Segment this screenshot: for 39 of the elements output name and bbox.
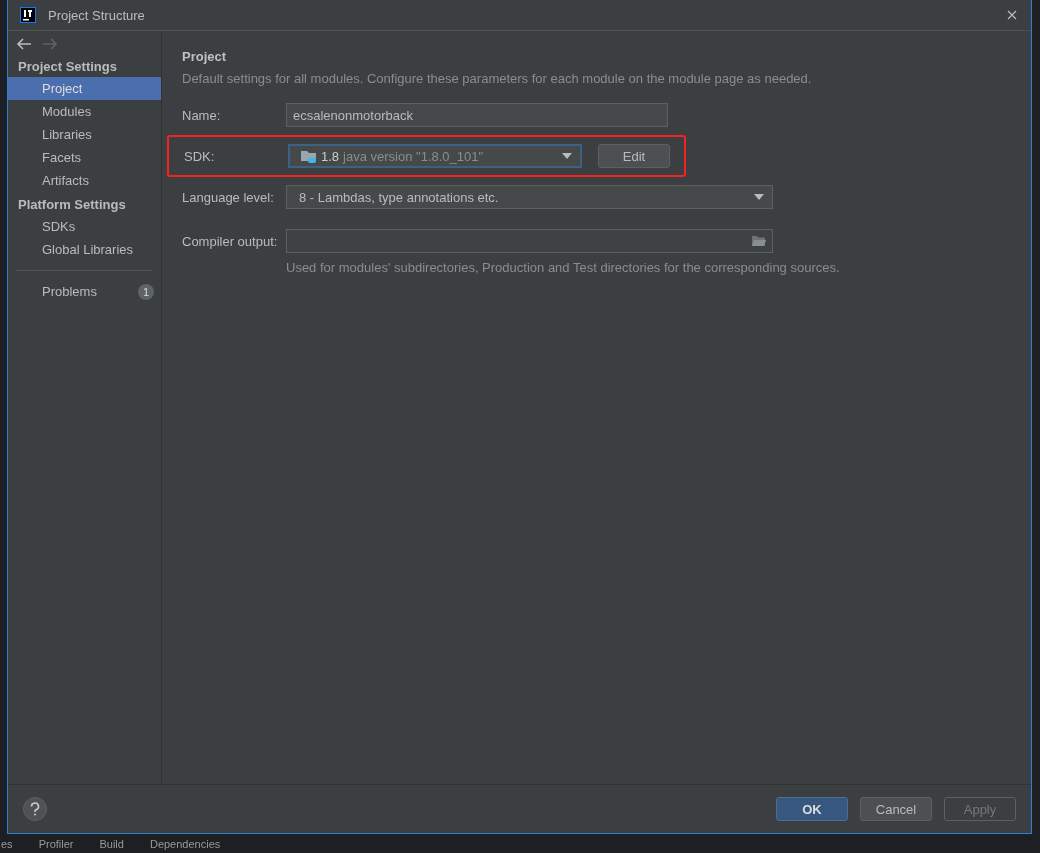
section-heading: Project Settings <box>17 58 118 76</box>
section-heading: Platform Settings <box>17 196 127 214</box>
sidebar-item[interactable]: Problems 1 <box>8 280 161 303</box>
dialog-button[interactable]: OK <box>776 797 848 821</box>
question-mark-icon <box>29 802 41 816</box>
sidebar-item[interactable]: Global Libraries <box>8 238 161 261</box>
folder-icon[interactable] <box>752 235 766 247</box>
edit-button[interactable]: Edit <box>598 144 670 168</box>
name-field[interactable]: ecsalenonmotorback <box>286 103 668 127</box>
toolbar-tab[interactable]: Profiler <box>38 837 74 850</box>
folder-icon <box>301 149 317 163</box>
field-label: Language level: <box>182 189 275 205</box>
section-title: Project <box>182 49 228 64</box>
toolbar-tab[interactable]: es <box>1 837 13 850</box>
compiler-output-field[interactable] <box>286 229 773 253</box>
sdk-dropdown[interactable]: 1.8 java version "1.8.0_101" <box>288 144 582 168</box>
hint-text: Used for modules' subdirectories, Production and Test directories for the corresponding sources. <box>286 260 841 275</box>
dialog-button[interactable]: Cancel <box>860 797 932 821</box>
close-icon <box>1007 10 1017 20</box>
field-label: Compiler output: <box>182 233 279 249</box>
description-text: Default settings for all modules. Configure these parameters for each module on the module page as needed. <box>182 71 813 86</box>
window-title: Project Structure <box>48 7 145 23</box>
field-label: Name: <box>182 107 222 123</box>
toolbar-tab[interactable]: Build <box>99 837 124 850</box>
back-arrow-icon[interactable] <box>16 38 32 50</box>
sidebar-item[interactable]: Artifacts <box>8 169 161 192</box>
sidebar-item[interactable]: Modules <box>8 100 161 123</box>
sidebar-item[interactable]: Project <box>8 77 161 100</box>
field-label: SDK: <box>184 148 216 164</box>
language-level-dropdown[interactable]: 8 - Lambdas, type annotations etc. <box>286 185 773 209</box>
help-button[interactable] <box>23 797 47 821</box>
count-badge: 1 <box>138 283 154 300</box>
sidebar-item[interactable]: SDKs <box>8 215 161 238</box>
app-logo-icon <box>20 7 36 23</box>
dropdown-arrow-icon <box>562 153 572 159</box>
sidebar-item[interactable]: Libraries <box>8 123 161 146</box>
toolbar-tab[interactable]: Dependencies <box>149 837 221 850</box>
dropdown-arrow-icon <box>754 194 764 200</box>
sidebar-item[interactable]: Facets <box>8 146 161 169</box>
